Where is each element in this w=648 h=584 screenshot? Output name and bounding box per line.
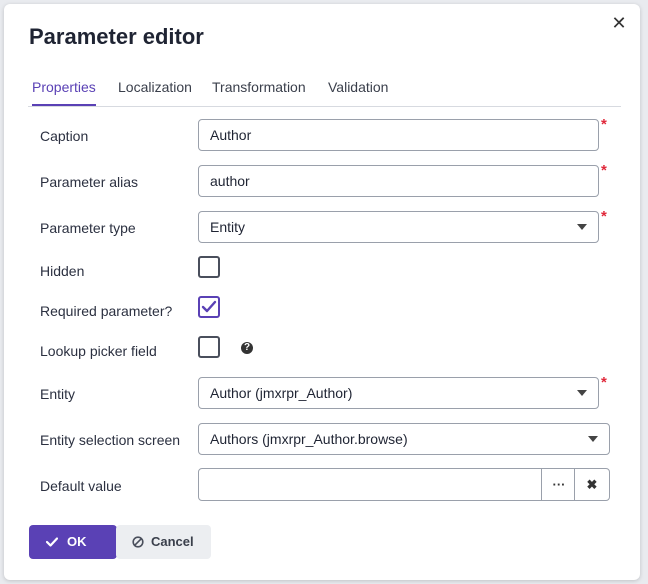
hidden-label: Hidden: [40, 263, 85, 279]
type-label: Parameter type: [40, 220, 136, 236]
checkmark-icon: [201, 300, 217, 313]
chevron-down-icon: [588, 436, 598, 442]
chevron-down-icon: [577, 390, 587, 396]
required-parameter-label: Required parameter?: [40, 303, 173, 319]
chevron-down-icon: [577, 224, 587, 230]
tab-localization[interactable]: Localization: [118, 79, 192, 105]
ban-icon: [132, 536, 144, 548]
ok-button[interactable]: OK: [29, 525, 117, 559]
cancel-button-label: Cancel: [151, 534, 194, 549]
dialog-title: Parameter editor: [29, 24, 204, 49]
alias-label: Parameter alias: [40, 174, 139, 190]
lookup-picker-label: Lookup picker field: [40, 343, 157, 359]
lookup-ellipsis-icon[interactable]: ···: [541, 469, 576, 500]
entity-label: Entity: [40, 386, 76, 402]
alias-required-marker: *: [601, 162, 607, 179]
lookup-picker-checkbox[interactable]: [198, 336, 220, 358]
tab-transformation[interactable]: Transformation: [212, 79, 306, 105]
default-value-label: Default value: [40, 478, 122, 494]
type-select[interactable]: Entity: [198, 211, 599, 243]
type-select-value: Entity: [210, 219, 246, 235]
entity-select[interactable]: Author (jmxrpr_Author): [198, 377, 599, 409]
tab-bar: Properties Localization Transformation V…: [28, 79, 621, 107]
entity-select-value: Author (jmxrpr_Author): [210, 385, 353, 401]
caption-required-marker: *: [601, 116, 607, 133]
close-icon[interactable]: ✕: [608, 12, 630, 34]
default-value-picker: ··· ✖: [198, 468, 610, 501]
entity-required-marker: *: [601, 374, 607, 391]
tab-properties[interactable]: Properties: [32, 79, 96, 106]
check-icon: [46, 537, 58, 547]
ok-button-label: OK: [67, 534, 87, 549]
required-parameter-checkbox[interactable]: [198, 296, 220, 318]
hidden-checkbox[interactable]: [198, 256, 220, 278]
selection-screen-select[interactable]: Authors (jmxrpr_Author.browse): [198, 423, 610, 455]
cancel-button[interactable]: Cancel: [116, 525, 211, 559]
clear-icon[interactable]: ✖: [574, 469, 609, 500]
selection-screen-label: Entity selection screen: [40, 432, 181, 448]
help-icon[interactable]: ?: [241, 342, 253, 354]
alias-input[interactable]: author: [198, 165, 599, 197]
parameter-editor-dialog: Parameter editor ✕ Properties Localizati…: [4, 4, 640, 580]
selection-screen-value: Authors (jmxrpr_Author.browse): [210, 431, 408, 447]
tab-validation[interactable]: Validation: [328, 79, 388, 105]
caption-input[interactable]: Author: [198, 119, 599, 151]
type-required-marker: *: [601, 208, 607, 225]
caption-label: Caption: [40, 128, 89, 144]
